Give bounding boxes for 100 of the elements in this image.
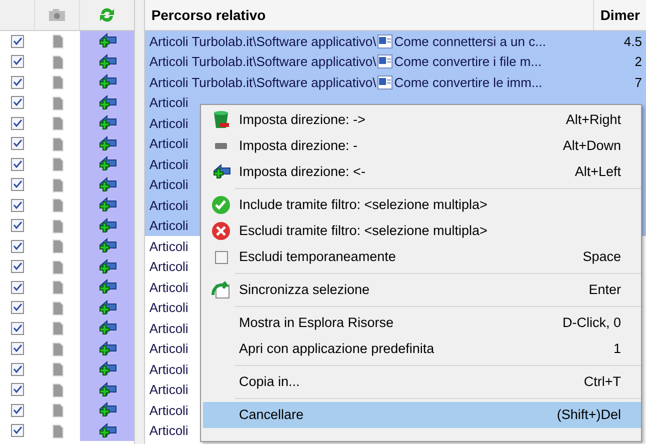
path-text: Articoli (149, 94, 188, 112)
file-icon (52, 340, 64, 357)
direction-icon (97, 32, 118, 50)
file-icon (52, 54, 64, 70)
path-text: Articoli Turbolab.it\Software applicativo\ (149, 74, 376, 92)
file-icon (52, 238, 64, 254)
direction-icon (97, 94, 118, 112)
path-text: Articoli (149, 156, 188, 174)
file-icon (52, 320, 64, 336)
direction-icon (97, 278, 118, 296)
file-name: Come connettersi a un c... (394, 32, 546, 50)
path-text: Articoli (149, 238, 188, 256)
row-checkbox[interactable] (11, 116, 24, 130)
file-icon (52, 402, 64, 418)
size-text: 4.5 (622, 32, 643, 50)
menu-item[interactable]: Imposta direzione: - Alt+Down (203, 133, 641, 159)
arrow-plus-icon (211, 163, 231, 181)
checkbox-icon (214, 250, 228, 264)
direction-icon (97, 114, 118, 132)
refresh-icon[interactable] (98, 6, 116, 24)
file-icon (52, 115, 64, 132)
row-checkbox[interactable] (11, 76, 24, 89)
path-text: Articoli (149, 402, 188, 420)
file-icon (52, 279, 64, 296)
file-icon (52, 33, 64, 50)
direction-icon (97, 237, 118, 256)
path-text: Articoli (149, 340, 188, 358)
file-icon (52, 361, 64, 378)
file-icon (52, 94, 64, 111)
menu-item[interactable]: Include tramite filtro: <selezione multipla> (203, 192, 641, 218)
file-icon (52, 218, 64, 234)
document-icon (377, 34, 394, 49)
column-header[interactable]: Percorso relativo (145, 0, 594, 30)
file-icon (52, 156, 64, 172)
direction-icon (97, 176, 118, 194)
row-checkbox[interactable] (11, 383, 24, 396)
row-checkbox[interactable] (11, 362, 24, 376)
direction-icon (97, 258, 118, 276)
file-icon (52, 136, 64, 152)
direction-icon (97, 360, 118, 378)
table-row[interactable]: Articoli Turbolab.it\Software applicativo\ Come convertire i file m... 2 (145, 52, 646, 72)
direction-icon (97, 134, 118, 153)
table-row[interactable]: Articoli Turbolab.it\Software applicativo\ Come connettersi a un c... 4.5 (145, 31, 646, 52)
sync-icon (211, 281, 231, 299)
row-checkbox[interactable] (11, 34, 24, 48)
direction-icon (97, 422, 118, 440)
row-checkbox[interactable] (11, 260, 24, 274)
row-checkbox[interactable] (11, 404, 24, 417)
menu-item[interactable]: Sincronizza selezione Enter (203, 277, 641, 303)
row-checkbox[interactable] (11, 424, 24, 438)
menu-item[interactable]: Imposta direzione: <- Alt+Left (203, 159, 641, 185)
document-icon (377, 54, 394, 70)
file-icon (52, 197, 64, 214)
row-checkbox[interactable] (11, 55, 24, 68)
path-text: Articoli (149, 320, 188, 338)
trash-bin-icon (212, 110, 230, 130)
table-row[interactable]: Articoli Turbolab.it\Software applicativo\ Come convertire le imm... 7 (145, 72, 646, 92)
row-checkbox[interactable] (11, 178, 24, 192)
path-text: Articoli (149, 196, 188, 214)
path-text: Articoli (149, 360, 188, 378)
path-text: Articoli (149, 176, 188, 194)
path-text: Articoli (149, 422, 188, 440)
file-icon (52, 300, 64, 316)
row-checkbox[interactable] (11, 301, 24, 314)
cross-icon (211, 221, 231, 241)
file-icon (52, 74, 64, 90)
direction-icon (97, 319, 118, 338)
menu-item[interactable]: Apri con applicazione predefinita 1 (203, 336, 641, 362)
direction-icon (97, 380, 118, 399)
row-checkbox[interactable] (11, 342, 24, 356)
menu-item[interactable]: Copia in... Ctrl+T (203, 369, 641, 395)
direction-icon (97, 340, 118, 358)
camera-icon[interactable] (48, 8, 66, 22)
row-checkbox[interactable] (11, 322, 24, 335)
path-text: Articoli (149, 278, 188, 296)
file-icon (52, 176, 64, 193)
file-name: Come convertire i file m... (394, 53, 542, 71)
direction-icon (97, 401, 118, 420)
menu-item[interactable]: Cancellare (Shift+)Del (203, 402, 641, 428)
row-checkbox[interactable] (11, 219, 24, 232)
row-checkbox[interactable] (11, 158, 24, 171)
column-header[interactable]: Dimer (594, 0, 646, 30)
row-checkbox[interactable] (11, 96, 24, 110)
file-icon (52, 422, 64, 439)
row-checkbox[interactable] (11, 280, 24, 294)
menu-item[interactable]: Mostra in Esplora Risorse D-Click, 0 (203, 310, 641, 336)
size-text: 7 (634, 74, 643, 92)
row-checkbox[interactable] (11, 240, 24, 253)
row-checkbox[interactable] (11, 137, 24, 150)
direction-icon (97, 196, 118, 214)
path-text: Articoli (149, 381, 188, 399)
row-checkbox[interactable] (11, 198, 24, 212)
menu-item[interactable]: Escludi temporaneamente Space (203, 244, 641, 270)
path-text: Articoli (149, 114, 188, 132)
path-text: Articoli (149, 258, 188, 276)
direction-icon (97, 52, 118, 71)
menu-item[interactable]: Escludi tramite filtro: <selezione multipla> (203, 218, 641, 244)
file-icon (52, 382, 64, 398)
path-text: Articoli (149, 217, 188, 235)
check-icon (211, 195, 231, 215)
